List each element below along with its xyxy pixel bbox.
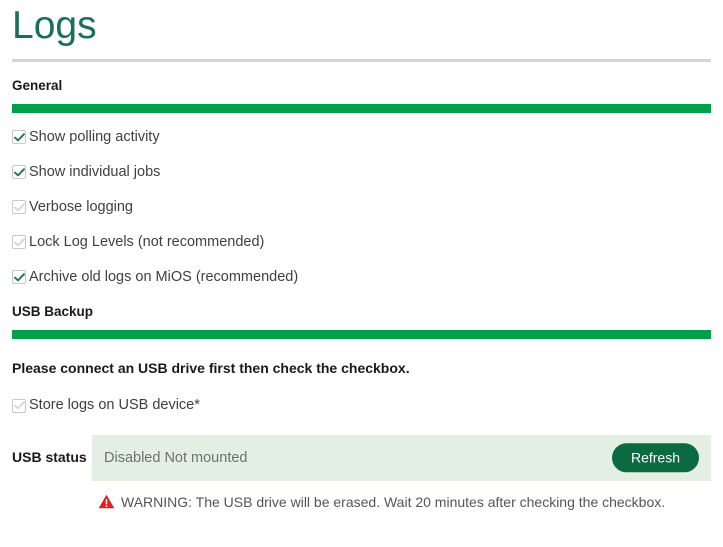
section-bar-usb-backup [12, 329, 711, 339]
usb-connect-hint: Please connect an USB drive first then c… [12, 359, 410, 376]
checkbox-row-show-individual-jobs[interactable]: Show individual jobs [12, 162, 711, 183]
checkbox-row-archive-old-logs[interactable]: Archive old logs on MiOS (recommended) [12, 267, 711, 288]
checkbox-show-polling-activity[interactable] [12, 130, 26, 145]
warning-triangle-icon [98, 494, 115, 509]
checkbox-label-verbose-logging: Verbose logging [29, 199, 133, 216]
general-options-list: Show polling activity Show individual jo… [12, 127, 711, 288]
page-title: Logs [12, 4, 97, 47]
checkbox-label-show-individual-jobs: Show individual jobs [29, 164, 161, 181]
checkbox-label-lock-log-levels: Lock Log Levels (not recommended) [29, 234, 265, 251]
checkbox-row-lock-log-levels[interactable]: Lock Log Levels (not recommended) [12, 232, 711, 253]
checkbox-label-show-polling-activity: Show polling activity [29, 129, 160, 146]
checkbox-row-show-polling-activity[interactable]: Show polling activity [12, 127, 711, 148]
section-heading-usb-backup: USB Backup [12, 303, 94, 319]
section-bar-general [12, 103, 711, 113]
usb-warning-row: WARNING: The USB drive will be erased. W… [12, 493, 711, 510]
checkbox-row-verbose-logging[interactable]: Verbose logging [12, 197, 711, 218]
usb-status-label: USB status [12, 449, 87, 466]
refresh-button[interactable]: Refresh [611, 443, 699, 473]
usb-status-panel: Disabled Not mounted Refresh [92, 435, 711, 482]
section-heading-general: General [12, 78, 63, 93]
checkbox-label-store-logs-on-usb: Store logs on USB device* [29, 397, 200, 414]
checkbox-archive-old-logs[interactable] [12, 270, 26, 285]
checkbox-label-archive-old-logs: Archive old logs on MiOS (recommended) [29, 269, 299, 286]
checkbox-verbose-logging[interactable] [12, 200, 26, 215]
checkbox-row-store-logs-on-usb[interactable]: Store logs on USB device* [12, 395, 711, 416]
logs-page: Logs General Show polling activity Show … [0, 0, 723, 547]
usb-status-value: Disabled Not mounted [104, 449, 248, 466]
checkbox-lock-log-levels[interactable] [12, 235, 26, 250]
usb-status-row: USB status Disabled Not mounted Refresh [12, 435, 711, 482]
checkbox-store-logs-on-usb[interactable] [12, 398, 26, 413]
usb-warning-text: WARNING: The USB drive will be erased. W… [121, 493, 666, 510]
title-divider [12, 59, 711, 62]
checkbox-show-individual-jobs[interactable] [12, 165, 26, 180]
